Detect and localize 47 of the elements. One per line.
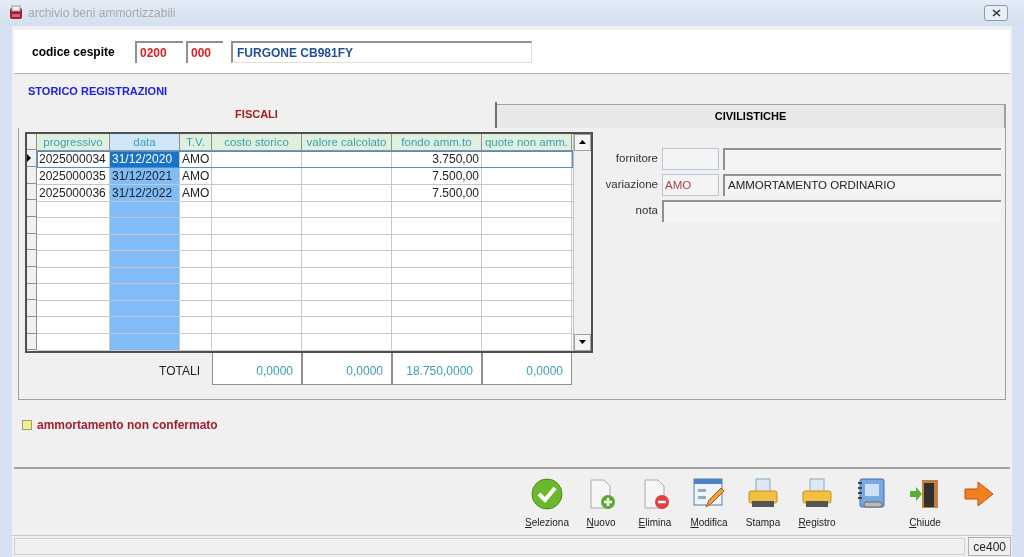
form-pencil-icon	[692, 477, 726, 511]
field-label: fornitore	[614, 150, 659, 166]
table-cell: AMO	[180, 150, 212, 167]
total-cell: 0,0000	[482, 352, 572, 385]
up-arrow-icon	[579, 140, 586, 144]
table-cell: 7.500,00	[392, 167, 482, 184]
toolbar-button[interactable]: Stampa	[740, 477, 786, 530]
close-icon	[991, 9, 1001, 17]
close-button[interactable]	[984, 5, 1008, 21]
total-cell: 18.750,0000	[392, 352, 482, 385]
toolbar-button[interactable]: Elimina	[632, 477, 678, 530]
toolbar-button[interactable]: Modifica	[686, 477, 732, 530]
window-title: archivio beni ammortizzabili	[28, 5, 176, 22]
tab[interactable]: CIVILISTICHE	[497, 103, 1006, 128]
code-field[interactable]: AMO	[662, 173, 719, 196]
totals-label: TOTALI	[158, 362, 201, 380]
description-field[interactable]: AMMORTAMENTO ORDINARIO	[723, 173, 1001, 196]
legend-label: ammortamento non confermato	[37, 416, 218, 434]
down-arrow-icon	[579, 340, 586, 344]
row-header[interactable]	[27, 150, 37, 167]
toolbar-button[interactable]: Nuovo	[578, 477, 624, 530]
field-label: codice cespite	[32, 43, 116, 61]
scrollbar[interactable]	[573, 133, 591, 351]
check-icon	[530, 477, 564, 511]
toolbar-button[interactable]: Seleziona	[524, 477, 570, 530]
total-cell: 0,0000	[302, 352, 392, 385]
code-field[interactable]: 000	[186, 40, 223, 63]
field-label: variazione	[604, 176, 659, 192]
description-field[interactable]	[723, 147, 1001, 170]
table-cell: AMO	[180, 167, 212, 184]
scroll-down-button[interactable]	[574, 333, 591, 351]
table-cell: AMO	[180, 184, 212, 201]
status-code: ce400	[968, 537, 1011, 556]
code-field[interactable]	[662, 147, 719, 170]
code-field[interactable]: 0200	[135, 40, 183, 63]
field-label: nota	[634, 202, 659, 218]
current-row-icon	[27, 154, 31, 163]
total-cell: 0,0000	[212, 352, 302, 385]
section-title: STORICO REGISTRAZIONI	[28, 84, 169, 99]
table-cell: 3.750,00	[392, 150, 482, 167]
table-cell: 7.500,00	[392, 184, 482, 201]
archive-box-icon	[8, 5, 24, 21]
description-field[interactable]: FURGONE CB981FY	[231, 40, 532, 63]
note-field[interactable]	[662, 199, 1001, 222]
scroll-up-button[interactable]	[574, 133, 591, 151]
toolbar-button[interactable]: Chiude	[902, 477, 948, 530]
toolbar-button[interactable]: Registro	[794, 477, 840, 530]
